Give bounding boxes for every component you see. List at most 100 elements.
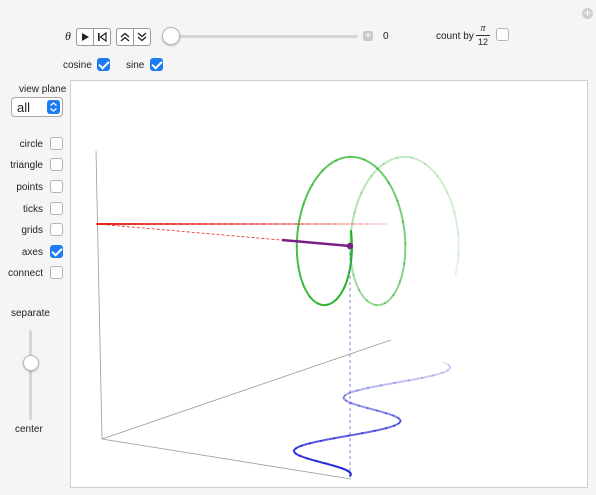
theta-label: θ (65, 29, 71, 43)
reset-button[interactable] (93, 29, 110, 45)
circle-segment (424, 163, 439, 177)
circle-segment (363, 158, 379, 170)
circle-segment (322, 159, 337, 172)
count-by-label: count by (436, 31, 474, 42)
theta-slider-thumb[interactable] (162, 27, 180, 45)
slider-expand-icon[interactable]: + (363, 31, 373, 41)
sine-segment (333, 464, 344, 470)
double-chevron-up-icon (120, 32, 130, 42)
faster-button[interactable] (117, 29, 133, 45)
option-label-ticks: ticks (23, 204, 43, 215)
sine-segment (309, 439, 323, 445)
sine-segment (356, 386, 370, 392)
grids-checkbox[interactable] (50, 223, 63, 236)
circle-segment (410, 156, 427, 165)
circle-segment (308, 295, 320, 305)
sine-segment (379, 381, 396, 387)
sine-segment (366, 407, 379, 412)
circle-segment (436, 174, 449, 194)
theta-slider-track[interactable] (168, 35, 358, 38)
sine-segment (347, 432, 364, 437)
circle-segment (349, 155, 366, 161)
skip-back-icon (98, 31, 107, 43)
circle-helix (295, 155, 460, 307)
cosine-checkbox[interactable] (97, 58, 110, 71)
circle-segment (457, 233, 460, 257)
circle-segment (297, 202, 305, 226)
sine-segment (432, 371, 444, 377)
option-label-grids: grids (21, 225, 43, 236)
plot-canvas[interactable] (71, 81, 587, 487)
circle-segment (396, 199, 404, 223)
option-label-triangle: triangle (10, 160, 43, 171)
circle-segment (374, 302, 386, 307)
sine-segment (306, 457, 317, 462)
circle-segment (302, 282, 311, 298)
sine-segment (374, 427, 388, 432)
circle-segment (360, 174, 373, 194)
circle-segment (454, 254, 460, 276)
sine-segment (393, 379, 410, 384)
circle-segment (297, 265, 304, 285)
sine-segment (421, 374, 435, 379)
circle-segment (453, 211, 460, 236)
circle-segment (335, 287, 345, 301)
triangle-checkbox[interactable] (50, 158, 63, 171)
sine-wave (293, 361, 452, 477)
center-label: center (15, 424, 43, 435)
sine-segment (324, 462, 336, 467)
connect-checkbox[interactable] (50, 266, 63, 279)
expand-icon[interactable]: + (582, 8, 593, 19)
circle-segment (396, 155, 413, 159)
circle-segment (353, 191, 363, 214)
option-label-circle: circle (19, 139, 43, 150)
radius-line (281, 238, 351, 248)
theta-value: 0 (383, 31, 389, 42)
circle-segment (402, 220, 407, 245)
circle-segment (302, 184, 314, 205)
circle-segment (317, 302, 329, 307)
separation-slider-thumb[interactable] (23, 355, 39, 371)
count-by-denominator: 12 (477, 37, 488, 47)
circle-segment (376, 167, 390, 184)
double-chevron-down-icon (137, 32, 147, 42)
view-plane-label: view plane (19, 84, 67, 95)
sine-label: sine (126, 60, 145, 71)
ticks-checkbox[interactable] (50, 202, 63, 215)
separation-slider-track[interactable] (29, 330, 32, 420)
count-by-fraction: π 12 (476, 23, 490, 47)
circle-segment (403, 242, 407, 265)
sine-segment (320, 437, 336, 442)
sine-segment (333, 434, 350, 440)
separate-label: separate (11, 308, 50, 319)
circle-segment (365, 299, 377, 306)
option-label-connect: connect (7, 268, 43, 279)
circle-segment (446, 191, 456, 214)
slower-button[interactable] (133, 29, 150, 45)
sine-segment (407, 376, 424, 382)
circle-segment (295, 245, 300, 268)
circle-checkbox[interactable] (50, 137, 63, 150)
plot-area[interactable] (70, 80, 588, 488)
points-checkbox[interactable] (50, 180, 63, 193)
sine-segment (443, 361, 450, 367)
view-plane-value: all (17, 100, 31, 115)
view-plane-select[interactable]: all (11, 97, 63, 117)
sine-segment (350, 402, 360, 407)
playback-buttons (76, 28, 111, 46)
sine-segment (299, 454, 309, 460)
circle-segment (387, 181, 399, 202)
play-button[interactable] (77, 29, 93, 45)
count-by-checkbox[interactable] (496, 28, 509, 41)
circle-segment (335, 155, 351, 162)
option-label-points: points (16, 182, 43, 193)
axes-checkbox[interactable] (50, 245, 63, 258)
sine-segment (385, 424, 396, 430)
axes (95, 150, 392, 480)
sine-segment (300, 442, 311, 447)
circle-segment (311, 169, 325, 186)
sine-segment (385, 412, 395, 417)
circle-segment (326, 298, 338, 306)
circle-segment (343, 271, 351, 290)
sine-checkbox[interactable] (150, 58, 163, 71)
